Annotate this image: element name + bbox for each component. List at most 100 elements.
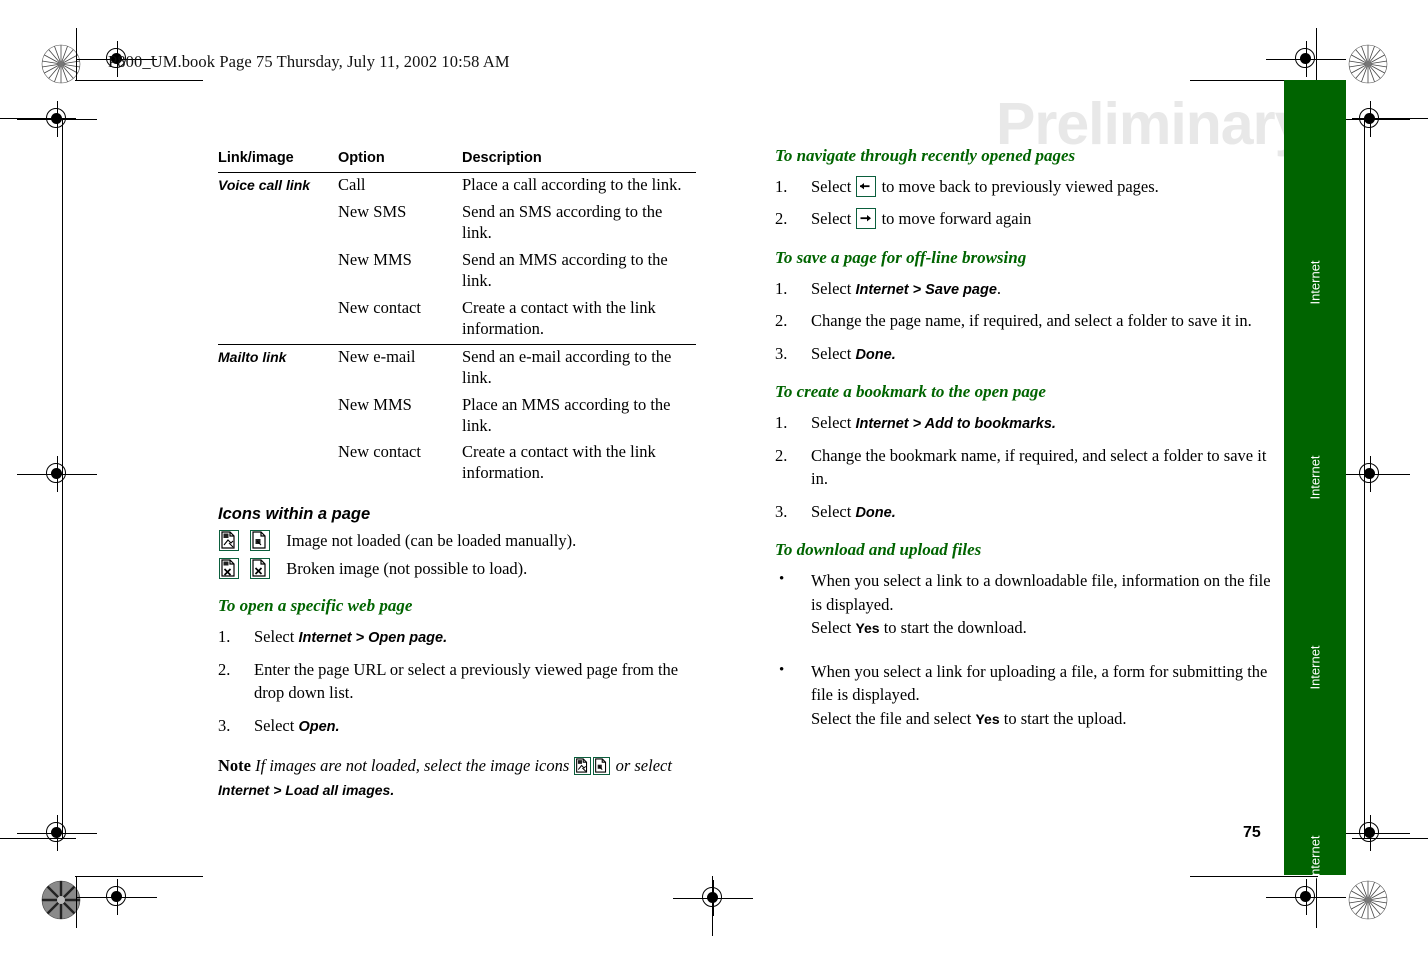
- ui-path-label: Internet > Load all images.: [218, 782, 395, 799]
- note-block: Note If images are not loaded, select th…: [218, 754, 708, 802]
- trim-rule-right-v: [1364, 118, 1366, 838]
- step-text: Select: [254, 715, 299, 735]
- side-tab-label-3: Internet: [1307, 645, 1323, 690]
- row-kind-spacer: [218, 248, 338, 296]
- row-option: New e-mail: [338, 343, 462, 393]
- image-not-loaded-icon-variant-a[interactable]: [219, 530, 239, 552]
- right-column: To navigate through recently opened page…: [775, 146, 1275, 730]
- table-row: New contact Create a contact with the li…: [218, 296, 696, 344]
- row-option: New MMS: [338, 249, 412, 269]
- column-header-description: Description: [462, 150, 542, 166]
- step-number: 3.: [775, 343, 788, 363]
- icons-section-heading: Icons within a page: [218, 505, 371, 524]
- crop-target-top-right: [1266, 41, 1346, 77]
- icons-within-page-section: Icons within a page Image not loaded (ca…: [218, 505, 708, 579]
- list-item: 2. Enter the page URL or select a previo…: [218, 658, 708, 705]
- ui-path-label: Internet > Save page: [855, 281, 997, 298]
- row-option: New SMS: [338, 201, 407, 221]
- note-text-middle: or select: [611, 756, 672, 776]
- table-row: New MMS Place an MMS according to the li…: [218, 393, 696, 441]
- bullet-marker: •: [779, 661, 785, 678]
- step-number: 2.: [775, 209, 788, 229]
- note-label: Note: [218, 756, 251, 776]
- row-kind-spacer: [218, 440, 338, 488]
- list-item: 3. Select Done.: [775, 500, 1275, 524]
- ui-path-label: Done.: [855, 346, 896, 363]
- list-item: 3. Select Done.: [775, 342, 1275, 366]
- trim-rule-bottom-left-v: [76, 876, 78, 928]
- trim-rule-bottom-center-v: [712, 876, 714, 936]
- crop-target-left-middle: [17, 456, 97, 492]
- row-description: Create a contact with the link informati…: [462, 297, 656, 338]
- list-item: 1. Select Internet > Save page.: [775, 277, 1275, 301]
- save-page-heading: To save a page for off-line browsing: [775, 247, 1027, 267]
- row-option: New contact: [338, 442, 421, 462]
- step-number: 1.: [775, 413, 788, 433]
- open-page-section: To open a specific web page 1. Select In…: [218, 596, 708, 737]
- chapter-side-tab: Internet Internet Internet Internet: [1284, 80, 1346, 880]
- trim-rule-bottom-right2-h: [1190, 876, 1318, 878]
- step-number: 3.: [218, 715, 231, 735]
- row-option: New contact: [338, 297, 421, 317]
- step-number: 1.: [775, 278, 788, 298]
- step-text: Select: [811, 343, 856, 363]
- row-kind-spacer: [218, 296, 338, 344]
- step-text: Select: [811, 501, 856, 521]
- registration-rosette-top-right: [1348, 44, 1388, 84]
- bullet-text-line1: When you select a link to a downloadable…: [811, 571, 1271, 614]
- trim-rule-bottom-left2-h: [75, 876, 203, 878]
- image-not-loaded-icon-variant-a[interactable]: [574, 757, 592, 776]
- table-row: New MMS Send an MMS according to the lin…: [218, 248, 696, 296]
- list-item: • When you select a link to a downloadab…: [775, 569, 1275, 639]
- side-tab-label-2: Internet: [1307, 455, 1323, 500]
- step-text: Select: [811, 209, 856, 229]
- step-number: 2.: [775, 446, 788, 465]
- registration-rosette-bottom-right: [1348, 880, 1388, 920]
- arrow-left-icon[interactable]: [856, 176, 877, 197]
- ui-path-label: Internet > Add to bookmarks.: [855, 416, 1056, 433]
- row-description: Send an e-mail according to the link.: [462, 343, 696, 393]
- download-bullets: • When you select a link to a downloadab…: [775, 569, 1275, 730]
- bullet-text-line2-post: to start the download.: [879, 618, 1027, 638]
- trim-rule-left-h: [0, 118, 76, 120]
- bookmark-section: To create a bookmark to the open page 1.…: [775, 382, 1275, 523]
- arrow-right-icon[interactable]: [856, 208, 877, 230]
- ui-path-label: Done.: [855, 504, 896, 521]
- row-kind-voice-call-link: Voice call link: [218, 171, 338, 200]
- column-header-link-image: Link/image: [218, 150, 294, 166]
- table-header-row: Link/image Option Description: [218, 150, 696, 173]
- broken-image-icon-variant-a[interactable]: [219, 557, 239, 579]
- registration-rosette-top-left: [41, 44, 81, 84]
- row-kind-mailto-link: Mailto link: [218, 343, 338, 393]
- list-item: 3. Select Open.: [218, 714, 708, 738]
- trim-rule-bottom-left-h: [0, 838, 76, 840]
- step-text: Select: [254, 627, 299, 647]
- list-item: 2. Select to move forward again: [775, 207, 1275, 230]
- step-number: 2.: [218, 659, 231, 679]
- download-upload-section: To download and upload files • When you …: [775, 540, 1275, 730]
- bullet-text-line2-pre: Select the file and select: [811, 708, 976, 728]
- list-item: 2. Change the page name, if required, an…: [775, 309, 1275, 332]
- bullet-text-line2-pre: Select: [811, 618, 856, 638]
- open-page-steps: 1. Select Internet > Open page. 2. Enter…: [218, 625, 708, 737]
- trim-rule-bottom-right-v: [1316, 876, 1318, 928]
- table-row: New contact Create a contact with the li…: [218, 440, 696, 488]
- navigate-section: To navigate through recently opened page…: [775, 146, 1275, 231]
- icon-legend-row-broken: Broken image (not possible to load).: [218, 557, 708, 579]
- step-number: 3.: [775, 501, 788, 521]
- icon-legend-text-not-loaded: Image not loaded (can be loaded manually…: [286, 531, 577, 551]
- table-row: New SMS Send an SMS according to the lin…: [218, 200, 696, 248]
- image-not-loaded-icon-variant-b[interactable]: [593, 757, 611, 776]
- row-description: Place an MMS according to the link.: [462, 394, 671, 435]
- image-not-loaded-icon-variant-b[interactable]: [250, 530, 271, 552]
- trim-rule-top-right-v: [1316, 28, 1318, 80]
- list-item: 1. Select Internet > Add to bookmarks.: [775, 411, 1275, 435]
- row-description: Send an SMS according to the link.: [462, 201, 663, 242]
- broken-image-icon-variant-b[interactable]: [250, 557, 271, 579]
- registration-rosette-bottom-left: [41, 880, 81, 920]
- bullet-text-line1: When you select a link for uploading a f…: [811, 661, 1268, 705]
- bullet-marker: •: [779, 571, 785, 588]
- table-row: Voice call link Call Place a call accord…: [218, 171, 696, 200]
- trim-rule-top-left-v: [76, 28, 78, 80]
- save-page-steps: 1. Select Internet > Save page. 2. Chang…: [775, 277, 1275, 366]
